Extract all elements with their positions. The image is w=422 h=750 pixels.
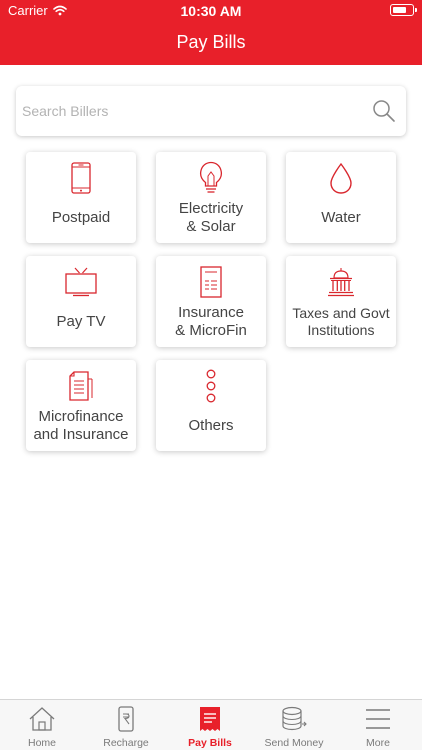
tab-send-money[interactable]: Send Money (252, 700, 336, 750)
coins-icon (282, 706, 307, 731)
tab-recharge[interactable]: Recharge (84, 700, 168, 750)
biller-label: Postpaid (51, 209, 111, 226)
biller-tile-others[interactable]: Others (156, 360, 266, 451)
recharge-icon (118, 706, 134, 732)
tab-label: More (366, 737, 390, 749)
search-input[interactable] (16, 86, 366, 136)
menu-icon (366, 709, 390, 729)
biller-tile-electricity[interactable]: Electricity & Solar (156, 152, 266, 243)
search-bar (16, 86, 406, 136)
app-header: Carrier 10:30 AM Pay Bills (0, 0, 422, 65)
biller-tile-postpaid[interactable]: Postpaid (26, 152, 136, 243)
tab-bar: Home Recharge Pay Bills Send Money More (0, 699, 422, 750)
biller-label: Insurance & MicroFin (175, 304, 247, 339)
tab-label: Pay Bills (188, 737, 232, 749)
invoice-icon (69, 371, 93, 401)
biller-label: Water (321, 209, 361, 226)
bill-icon (200, 707, 220, 731)
tv-icon (65, 267, 97, 297)
status-bar: Carrier 10:30 AM (0, 0, 422, 22)
home-icon (29, 707, 55, 731)
more-dots-icon (206, 369, 216, 403)
water-drop-icon (330, 162, 352, 194)
biller-tile-water[interactable]: Water (286, 152, 396, 243)
government-building-icon (328, 268, 354, 297)
biller-label: Others (188, 417, 234, 434)
light-bulb-icon (199, 161, 223, 193)
battery-icon (390, 4, 417, 16)
biller-label: Electricity & Solar (178, 200, 244, 235)
biller-label: Pay TV (56, 313, 106, 330)
biller-label: Microfinance and Insurance (33, 408, 129, 443)
document-icon (200, 266, 222, 298)
biller-tile-taxes-govt[interactable]: Taxes and Govt Institutions (286, 256, 396, 347)
tab-home[interactable]: Home (0, 700, 84, 750)
biller-tile-pay-tv[interactable]: Pay TV (26, 256, 136, 347)
tab-label: Home (27, 737, 56, 749)
tab-pay-bills[interactable]: Pay Bills (168, 700, 252, 750)
tab-more[interactable]: More (336, 700, 420, 750)
biller-tile-microfinance-insurance[interactable]: Microfinance and Insurance (26, 360, 136, 451)
mobile-phone-icon (71, 162, 91, 194)
page-title: Pay Bills (176, 32, 246, 52)
clock: 10:30 AM (180, 3, 242, 19)
tab-label: Recharge (103, 737, 149, 749)
tab-label: Send Money (264, 737, 324, 749)
biller-label: Taxes and Govt Institutions (292, 305, 390, 338)
biller-tile-insurance-microfin[interactable]: Insurance & MicroFin (156, 256, 266, 347)
search-icon[interactable] (372, 99, 396, 123)
